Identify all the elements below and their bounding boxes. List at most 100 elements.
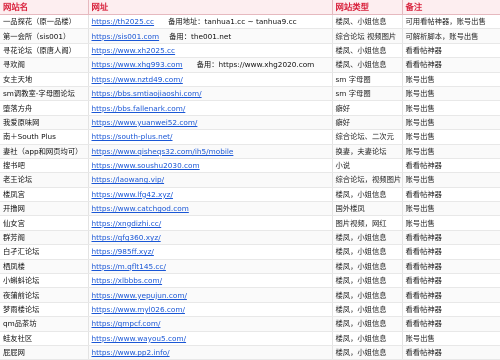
note-cell: 看看帖神器 [402, 244, 500, 260]
note-cell: 可用看帖神器，账号出售 [402, 14, 500, 30]
site-link[interactable]: https://south-plus.net/ [92, 132, 173, 141]
site-type-cell: 楼凤，小姐信息 [332, 187, 403, 203]
header-row: 网站名 网址 网站类型 备注 [0, 0, 500, 15]
table-row: 一品探花（原一品楼） https://th2025.cc 备用地址：tanhua1.… [0, 14, 500, 30]
site-type-cell: 楼凤，小姐信息 [332, 302, 403, 318]
note-cell: 账号出售 [402, 331, 500, 346]
note-cell: 账号出售 [402, 129, 500, 145]
site-link[interactable]: https://www.yepujun.com/ [92, 291, 187, 300]
site-link[interactable]: https://www.lfg42.xyz/ [92, 190, 173, 199]
table-row: 老王论坛 https://laowang.vip/综合论坛，视频图片 账号出售 [0, 172, 500, 188]
note-cell: 账号出售 [402, 144, 500, 159]
site-name-cell: 栖凤楼 [0, 259, 89, 275]
site-name-cell: 女主天地 [0, 72, 89, 87]
note-cell: 看看帖神器 [402, 158, 500, 174]
table-body: 一品探花（原一品楼） https://th2025.cc 备用地址：tanhua1.… [0, 14, 500, 360]
site-link[interactable]: https://www.qisheqs32.com/ih5/mobile [92, 147, 234, 156]
site-name-cell: 开撸网 [0, 201, 89, 217]
table-row: 夜蒲前论坛 https://www.yepujun.com/楼凤，小姐信息 看看帖神… [0, 287, 500, 303]
site-link[interactable]: https://www.pp2.info/ [92, 348, 170, 357]
site-type-cell: 楼凤，小姐信息 [332, 244, 403, 260]
site-name-cell: 仙女宫 [0, 215, 89, 231]
backup-address-text: 备用：https://www.xhg2020.com [196, 60, 315, 70]
site-list-sheet: 网站名 网址 网站类型 备注 一品探花（原一品楼） https://th2025.… [0, 0, 500, 360]
url-cell: https://bbs.fallenark.com/ [88, 100, 333, 116]
site-link[interactable]: https://qfg360.xyz/ [92, 233, 161, 242]
site-link[interactable]: https://sis001.com [92, 32, 160, 41]
url-cell: https://www.catchgod.com [88, 201, 333, 217]
site-link[interactable]: https://985ff.xyz/ [92, 247, 154, 256]
site-type-cell: 楼凤、小姐信息 [332, 43, 403, 59]
site-name-cell: 寻花论坛（原唐人阁） [0, 43, 89, 59]
header-note: 备注 [402, 0, 500, 15]
site-link[interactable]: https://www.myl026.com/ [92, 305, 185, 314]
site-link[interactable]: https://www.catchgod.com [92, 204, 189, 213]
table-row: 楼凤宫 https://www.lfg42.xyz/楼凤，小姐信息 看看帖神器 [0, 187, 500, 203]
site-name-cell: 堕落方舟 [0, 100, 89, 116]
backup-address-text: 备用地址：tanhua1.cc ~ tanhua9.cc [168, 17, 297, 27]
note-cell: 账号出售 [402, 100, 500, 116]
site-link[interactable]: https://www.soushu2030.com [92, 161, 200, 170]
site-link[interactable]: https://www.xh2025.cc [92, 46, 176, 55]
table-row: 寻欢阁 https://www.xhg993.com 备用：https://www.… [0, 57, 500, 73]
url-cell: https://www.yuanwei52.com/ [88, 115, 333, 131]
url-cell: https://bbs.smtiaojiaoshi.com/ [88, 86, 333, 102]
site-link[interactable]: https://qmpcf.com/ [92, 319, 161, 328]
note-cell: 看看帖神器 [402, 287, 500, 303]
table-row: 蛙友社区 https://www.wayou5.com/楼凤，小姐信息 账号出售 [0, 331, 500, 346]
site-name-cell: 蛙友社区 [0, 331, 89, 346]
note-cell: 看看帖神器 [402, 230, 500, 246]
url-cell: https://www.myl026.com/ [88, 302, 333, 318]
site-type-cell: 楼凤，小姐信息 [332, 316, 403, 332]
site-name-cell: 群芳阁 [0, 230, 89, 246]
site-link[interactable]: https://www.yuanwei52.com/ [92, 118, 198, 127]
site-link[interactable]: https://th2025.cc [92, 17, 155, 26]
site-type-cell: 楼凤，小姐信息 [332, 331, 403, 346]
site-type-cell: 图片视频，网红 [332, 215, 403, 231]
site-link[interactable]: https://m.qflt145.cc/ [92, 262, 166, 271]
site-type-cell: 综合论坛，视频图片 [332, 172, 403, 188]
site-name-cell: sm调教室-字母圈论坛 [0, 86, 89, 102]
site-type-cell: 楼凤，小姐信息 [332, 230, 403, 246]
note-cell: 可解析脚本，账号出售 [402, 28, 500, 44]
table-row: 寻花论坛（原唐人阁） https://www.xh2025.cc 楼凤、小姐信息 看看… [0, 43, 500, 59]
url-cell: https://www.nztd49.com/ [88, 72, 333, 87]
header-site-type: 网站类型 [332, 0, 403, 15]
site-type-cell: sm 字母圈 [332, 72, 403, 87]
site-link[interactable]: https://bbs.fallenark.com/ [92, 104, 186, 113]
url-cell: https://www.qisheqs32.com/ih5/mobile [88, 144, 333, 159]
table-row: qm品茶坊 https://qmpcf.com/楼凤，小姐信息 看看帖神器 [0, 316, 500, 332]
table-row: 妻社（app和网页均可） https://www.qisheqs32.com/ih… [0, 144, 500, 159]
table-row: 白孑汇论坛 https://985ff.xyz/楼凤，小姐信息 看看帖神器 [0, 244, 500, 260]
site-link[interactable]: https://xlbbbs.com/ [92, 276, 163, 285]
site-link[interactable]: https://xngdizhi.cc/ [92, 219, 162, 228]
note-cell: 账号出售 [402, 86, 500, 102]
url-cell: https://www.pp2.info/ [88, 345, 333, 360]
note-cell: 看看帖神器 [402, 43, 500, 59]
table-row: 堕落方舟 https://bbs.fallenark.com/癖好 账号出售 [0, 100, 500, 116]
table-row: 群芳阁 https://qfg360.xyz/楼凤，小姐信息 看看帖神器 [0, 230, 500, 246]
site-link[interactable]: https://bbs.smtiaojiaoshi.com/ [92, 89, 202, 98]
table-row: 南＋South Plus https://south-plus.net/综合论坛、… [0, 129, 500, 145]
site-link[interactable]: https://www.xhg993.com [92, 60, 183, 69]
header-site-name: 网站名 [0, 0, 89, 15]
site-name-cell: 搜书吧 [0, 158, 89, 174]
note-cell: 看看帖神器 [402, 273, 500, 289]
site-type-cell: 楼凤，小姐信息 [332, 345, 403, 360]
url-cell: https://www.lfg42.xyz/ [88, 187, 333, 203]
url-cell: https://m.qflt145.cc/ [88, 259, 333, 275]
site-type-cell: 综合论坛 视频图片 [332, 28, 403, 44]
site-type-cell: 国外楼凤 [332, 201, 403, 217]
site-name-cell: qm品茶坊 [0, 316, 89, 332]
site-table: 网站名 网址 网站类型 备注 一品探花（原一品楼） https://th2025.… [0, 0, 500, 360]
note-cell: 账号出售 [402, 115, 500, 131]
site-name-cell: 楼凤宫 [0, 187, 89, 203]
site-link[interactable]: https://www.nztd49.com/ [92, 75, 183, 84]
url-cell: https://www.wayou5.com/ [88, 331, 333, 346]
site-name-cell: 老王论坛 [0, 172, 89, 188]
url-cell: https://south-plus.net/ [88, 129, 333, 145]
url-cell: https://www.yepujun.com/ [88, 287, 333, 303]
note-cell: 账号出售 [402, 215, 500, 231]
site-link[interactable]: https://www.wayou5.com/ [92, 334, 187, 343]
site-link[interactable]: https://laowang.vip/ [92, 175, 165, 184]
